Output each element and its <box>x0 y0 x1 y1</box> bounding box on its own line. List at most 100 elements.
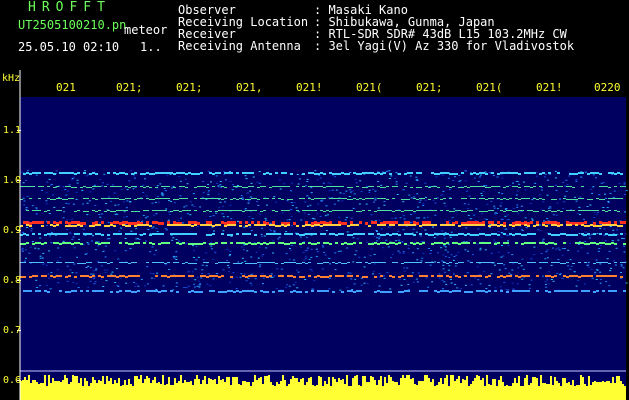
noise-speck <box>479 176 481 178</box>
noise-speck <box>561 254 564 256</box>
band-segment <box>434 186 437 187</box>
band-segment <box>161 262 164 263</box>
band-segment <box>608 263 611 264</box>
noise-speck <box>620 264 623 266</box>
noise-speck <box>551 247 554 249</box>
noise-speck <box>165 264 167 266</box>
noise-speck <box>475 208 478 210</box>
band-segment <box>137 275 140 277</box>
band-segment <box>614 210 617 211</box>
level-bar <box>46 386 48 400</box>
level-bar <box>572 380 574 400</box>
noise-speck <box>188 270 191 272</box>
band-segment <box>194 233 197 235</box>
band-segment <box>539 186 542 187</box>
noise-speck <box>501 177 504 179</box>
level-bar <box>182 383 184 400</box>
band-segment <box>434 210 437 211</box>
band-segment <box>530 187 533 188</box>
band-segment <box>272 291 275 293</box>
noise-speck <box>35 213 38 215</box>
band-segment <box>419 172 422 174</box>
noise-speck <box>175 239 178 240</box>
noise-speck <box>170 200 173 202</box>
band-segment <box>161 290 164 292</box>
band-segment <box>179 243 182 245</box>
band-segment <box>347 210 350 211</box>
noise-speck <box>124 187 127 189</box>
band-segment <box>218 210 221 211</box>
level-bar <box>330 386 332 400</box>
y-tick-label: 0.6 <box>3 375 22 386</box>
level-bar <box>110 378 112 400</box>
level-bar <box>392 381 394 400</box>
band-segment <box>128 222 131 225</box>
band-segment <box>311 222 314 225</box>
band-segment <box>524 234 527 236</box>
band-segment <box>77 233 80 235</box>
band-segment <box>35 210 38 211</box>
band-segment <box>581 198 584 199</box>
band-segment <box>350 187 353 188</box>
level-bar <box>598 382 600 400</box>
noise-speck <box>402 215 405 217</box>
band-segment <box>377 262 380 263</box>
level-bar <box>404 378 406 400</box>
noise-speck <box>290 245 293 246</box>
band-segment <box>26 210 29 211</box>
band-segment <box>224 222 227 225</box>
band-segment <box>494 186 497 187</box>
band-segment <box>188 172 191 174</box>
level-bar <box>422 381 424 400</box>
band-segment <box>251 186 254 187</box>
band-segment <box>317 290 320 292</box>
band-segment <box>251 172 254 174</box>
level-bar <box>438 382 440 400</box>
noise-speck <box>219 201 222 203</box>
band-segment <box>89 173 92 175</box>
noise-speck <box>276 268 279 270</box>
noise-speck <box>240 195 243 197</box>
band-segment <box>458 290 461 292</box>
noise-speck <box>540 187 543 189</box>
noise-speck <box>388 178 391 179</box>
band-segment <box>374 221 377 224</box>
band-segment <box>335 186 338 187</box>
noise-speck <box>550 264 553 266</box>
band-segment <box>53 221 56 224</box>
band-segment <box>80 290 83 292</box>
noise-speck <box>232 184 234 186</box>
band-segment <box>380 262 383 263</box>
band-segment <box>233 186 236 187</box>
band-segment <box>392 224 395 226</box>
band-segment <box>452 186 455 187</box>
band-segment <box>251 275 254 277</box>
noise-speck <box>216 183 218 184</box>
band-segment <box>446 210 449 211</box>
noise-speck <box>84 170 86 172</box>
band-segment <box>143 224 146 226</box>
level-bar <box>96 383 98 400</box>
band-segment <box>443 198 446 199</box>
noise-speck <box>508 235 511 236</box>
noise-speck <box>144 178 146 180</box>
level-bar <box>380 376 382 400</box>
band-segment <box>404 290 407 292</box>
noise-speck <box>103 250 105 252</box>
band-segment <box>332 262 335 263</box>
band-segment <box>227 262 230 263</box>
noise-speck <box>504 268 507 270</box>
band-segment <box>425 210 428 211</box>
noise-speck <box>45 203 48 205</box>
band-segment <box>347 173 350 175</box>
band-segment <box>590 172 593 174</box>
noise-speck <box>76 182 79 184</box>
band-segment <box>563 198 566 199</box>
noise-speck <box>563 201 566 203</box>
noise-speck <box>477 228 480 230</box>
band-segment <box>251 221 254 224</box>
noise-speck <box>66 265 69 267</box>
band-segment <box>185 187 188 188</box>
noise-speck <box>598 194 601 196</box>
band-segment <box>272 198 275 199</box>
